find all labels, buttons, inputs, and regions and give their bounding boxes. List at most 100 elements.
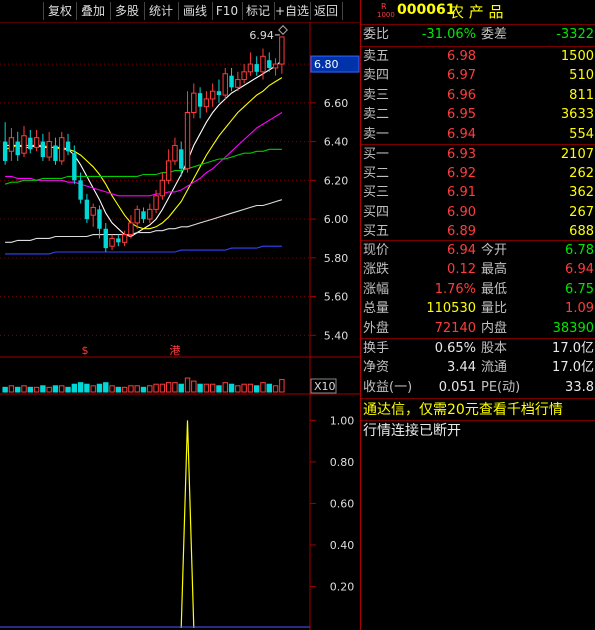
volume-bar [272,385,279,393]
candle-body [191,92,197,113]
weicha-label: 委差 [481,27,508,42]
bid-volume: 267 [569,204,594,220]
toolbar-biaoji-button[interactable]: 标记 [242,2,275,20]
fundamental-label: 股本 [481,341,508,356]
bid-price: 6.91 [447,185,476,201]
volume-bar [253,385,260,393]
bid-volume: 362 [569,185,594,201]
bid-volume: 2107 [560,147,594,162]
stat-label: 现价 [363,243,390,258]
volume-bar [216,385,222,393]
ask-level-label: 卖五 [363,49,390,64]
bid-level-row: 买一 6.93 2107 [361,145,595,165]
ask-level-label: 卖一 [363,126,390,142]
price-axis-label: 5.40 [324,329,349,342]
volume-bar [222,382,228,393]
volume-bar [2,386,8,393]
volume-bar [247,383,254,393]
volume-bar [52,385,59,393]
stat-row: 外盘 72140 内盘 38390 [361,319,595,339]
stat-value: 1.09 [565,301,594,317]
volume-bar [71,383,78,393]
indicator-axis-label: 0.80 [330,456,355,469]
stat-label: 量比 [481,301,508,317]
candle-body [78,180,83,200]
toolbar-duogu-button[interactable]: 多股 [110,2,145,20]
bid-level-row: 买二 6.92 262 [361,164,595,184]
candle-body [165,160,172,181]
volume-bar [235,385,241,393]
candle-body [2,141,8,161]
bid-volume: 688 [569,223,594,239]
volume-bar [266,383,272,393]
candle-body [72,153,77,181]
volume-bar [159,383,166,393]
volume-bar [27,386,34,393]
candle-body [216,91,222,96]
bid-level-label: 买一 [363,147,390,162]
volume-bar [184,377,191,393]
fundamental-value: 0.051 [438,379,476,395]
promo-link[interactable]: 通达信，仅需20元查看千档行情 [363,399,563,421]
volume-bar [172,382,178,393]
volume-bar [77,382,84,393]
chart-toolbar: 复权 叠加 多股 统计 画线 F10 标记 +自选 返回 [0,0,360,22]
ask-volume: 554 [569,126,594,142]
stat-value: 0.12 [447,262,476,278]
toolbar-fuquan-button[interactable]: 复权 [44,2,77,20]
ask-level-label: 卖三 [363,87,390,103]
price-axis-label: 5.60 [324,291,349,304]
price-axis-label: 6.60 [324,97,349,110]
bid-volume: 262 [569,166,594,182]
candle-body [65,141,71,152]
volume-bar [8,385,15,393]
stat-value: 6.94 [565,262,594,278]
candle-body [109,237,115,247]
candle-body [279,36,285,65]
candle-body [172,144,178,162]
candle-body [260,55,266,73]
candle-body [53,145,58,161]
volume-bar [178,383,184,393]
toolbar-tongji-button[interactable]: 统计 [144,2,179,20]
volume-bar [90,385,96,393]
stat-label: 今开 [481,243,508,258]
stock-code: 000061 [397,2,456,18]
toolbar-zixuan-button[interactable]: +自选 [274,2,311,20]
ask-volume: 811 [569,87,594,103]
bid-level-label: 买二 [363,166,390,182]
fundamental-value: 17.0亿 [552,360,594,376]
fundamental-row: 净资 3.44 流通 17.0亿 [361,358,595,378]
weibi-row: 委比 -31.06% 委差 -3322 [361,25,595,45]
candle-body [153,195,159,210]
weibi-label: 委比 [363,27,390,42]
toolbar-huaxian-button[interactable]: 画线 [178,2,213,20]
kline-chart[interactable]: 6.60 6.40 6.20 6.00 5.80 5.60 5.40 6.80 6.94 $ 港 X1… [0,0,360,630]
ask-level-label: 卖四 [363,68,390,84]
candle-body [235,79,241,88]
volume-bar [84,383,90,393]
candle-body [33,137,40,148]
volume-bar [279,379,285,393]
volume-bar [46,386,52,393]
toolbar-diejia-button[interactable]: 叠加 [76,2,111,20]
candle-body [40,141,46,158]
ask-level-row: 卖四 6.97 510 [361,66,595,86]
fundamental-value: 33.8 [565,379,594,395]
ask-volume: 1500 [560,49,594,64]
candle-body [15,141,20,156]
bid-level-row: 买三 6.91 362 [361,183,595,203]
volume-bar [103,382,109,393]
volume-bar [153,383,159,393]
toolbar-fanhui-button[interactable]: 返回 [310,2,343,20]
weibi-value: -31.06% [421,27,476,42]
ask-level-row: 卖一 6.94 554 [361,125,595,145]
candle-body [21,135,27,154]
toolbar-f10-button[interactable]: F10 [212,2,243,20]
fundamental-row: 换手 0.65% 股本 17.0亿 [361,339,595,359]
stat-row: 涨跌 0.12 最高 6.94 [361,260,595,280]
fundamental-label: 换手 [363,341,390,356]
volume-bar [241,383,247,393]
volume-bar [109,385,115,393]
candle-body [103,228,108,249]
